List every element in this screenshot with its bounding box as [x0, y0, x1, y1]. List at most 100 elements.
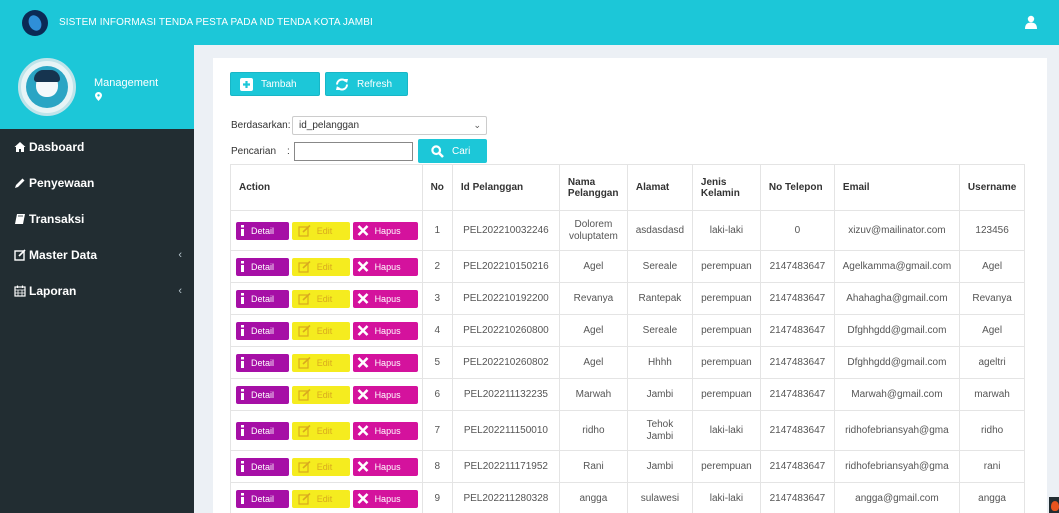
detail-button[interactable]: Detail — [236, 353, 289, 372]
flame-icon — [1051, 501, 1059, 511]
detail-button[interactable]: Detail — [236, 289, 289, 308]
edit-button[interactable]: Edit — [291, 221, 350, 240]
detail-button[interactable]: Detail — [236, 457, 289, 476]
close-icon — [357, 225, 368, 236]
delete-button[interactable]: Hapus — [352, 421, 418, 440]
edit-button[interactable]: Edit — [291, 457, 350, 476]
plus-square-icon — [240, 77, 253, 91]
delete-button[interactable]: Hapus — [352, 257, 418, 276]
detail-label: Detail — [251, 357, 275, 368]
edit-button[interactable]: Edit — [291, 489, 350, 508]
edit-button[interactable]: Edit — [291, 353, 350, 372]
detail-button[interactable]: Detail — [236, 321, 289, 340]
filter-by-select[interactable]: id_pelanggan ⌄ — [292, 116, 487, 135]
add-button[interactable]: Tambah — [230, 72, 320, 96]
home-icon — [14, 142, 26, 152]
detail-label: Detail — [251, 461, 275, 472]
delete-button[interactable]: Hapus — [352, 489, 418, 508]
corner-badge — [1049, 497, 1059, 513]
close-icon — [357, 493, 368, 504]
col-header-id: Id Pelanggan — [451, 164, 560, 211]
detail-button[interactable]: Detail — [236, 257, 289, 276]
cell-nama: Agel — [558, 250, 628, 283]
cell-id: PEL202210150216 — [451, 250, 560, 283]
edit-icon — [298, 492, 311, 505]
action-cell: Detail Edit Hapus — [230, 378, 423, 411]
chevron-down-icon: ⌄ — [473, 120, 481, 130]
user-panel: Management — [0, 45, 194, 129]
info-icon — [241, 389, 244, 400]
edit-icon — [14, 249, 26, 261]
cell-id: PEL202211280328 — [451, 482, 560, 513]
col-header-alamat: Alamat — [626, 164, 693, 211]
cell-username: marwah — [958, 378, 1026, 411]
table-row: Detail Edit Hapus 4 PEL202210260800 Agel… — [230, 314, 1026, 347]
delete-button[interactable]: Hapus — [352, 385, 418, 404]
sidebar-item-transaksi[interactable]: Transaksi — [0, 201, 194, 237]
chevron-left-icon: ‹ — [178, 249, 182, 261]
delete-label: Hapus — [374, 357, 401, 368]
cell-id: PEL202211150010 — [451, 410, 560, 451]
col-header-nama: Nama Pelanggan — [558, 164, 628, 211]
detail-button[interactable]: Detail — [236, 421, 289, 440]
top-navbar: SISTEM INFORMASI TENDA PESTA PADA ND TEN… — [0, 0, 1059, 45]
detail-button[interactable]: Detail — [236, 221, 289, 240]
edit-button[interactable]: Edit — [291, 289, 350, 308]
detail-label: Detail — [251, 425, 275, 436]
edit-label: Edit — [316, 493, 333, 504]
edit-label: Edit — [316, 389, 333, 400]
cell-telp: 2147483647 — [759, 282, 835, 315]
table-body: Detail Edit Hapus 1 PEL202210032246 Dolo… — [230, 210, 1026, 513]
edit-button[interactable]: Edit — [291, 257, 350, 276]
sidebar-item-laporan[interactable]: Laporan ‹ — [0, 273, 194, 309]
detail-button[interactable]: Detail — [236, 385, 289, 404]
cell-alamat: Jambi — [626, 378, 693, 411]
info-icon — [241, 225, 244, 236]
delete-button[interactable]: Hapus — [352, 457, 418, 476]
user-icon[interactable] — [1025, 15, 1037, 29]
edit-label: Edit — [316, 357, 333, 368]
close-icon — [357, 293, 368, 304]
delete-label: Hapus — [374, 293, 401, 304]
cell-alamat: asdasdasd — [626, 210, 693, 251]
table-row: Detail Edit Hapus 9 PEL202211280328 angg… — [230, 482, 1026, 513]
cell-telp: 2147483647 — [759, 346, 835, 379]
edit-icon — [298, 224, 311, 237]
delete-button[interactable]: Hapus — [352, 321, 418, 340]
edit-button[interactable]: Edit — [291, 385, 350, 404]
action-cell: Detail Edit Hapus — [230, 346, 423, 379]
table-row: Detail Edit Hapus 1 PEL202210032246 Dolo… — [230, 210, 1026, 251]
edit-icon — [298, 424, 311, 437]
cell-telp: 2147483647 — [759, 378, 835, 411]
sidebar-item-master-data[interactable]: Master Data ‹ — [0, 237, 194, 273]
cell-id: PEL202210260802 — [451, 346, 560, 379]
info-icon — [241, 461, 244, 472]
delete-button[interactable]: Hapus — [352, 353, 418, 372]
customer-table: Action No Id Pelanggan Nama Pelanggan Al… — [230, 164, 1026, 513]
sidebar-item-penyewaan[interactable]: Penyewaan — [0, 165, 194, 201]
sidebar-menu: Dasboard Penyewaan Transaksi Master Data… — [0, 129, 194, 309]
close-icon — [357, 357, 368, 368]
sidebar-item-label: Laporan — [29, 284, 77, 298]
sidebar-item-label: Dasboard — [29, 140, 85, 154]
delete-button[interactable]: Hapus — [352, 221, 418, 240]
close-icon — [357, 389, 368, 400]
detail-button[interactable]: Detail — [236, 489, 289, 508]
delete-button[interactable]: Hapus — [352, 289, 418, 308]
cell-username: 123456 — [958, 210, 1026, 251]
search-button[interactable]: Cari — [418, 139, 487, 163]
info-icon — [241, 425, 244, 436]
add-button-label: Tambah — [261, 78, 297, 90]
refresh-button[interactable]: Refresh — [325, 72, 408, 96]
search-input[interactable] — [294, 142, 413, 161]
info-icon — [241, 293, 244, 304]
cell-telp: 0 — [759, 210, 835, 251]
cell-jk: perempuan — [691, 282, 761, 315]
action-cell: Detail Edit Hapus — [230, 482, 423, 513]
sidebar-item-dasboard[interactable]: Dasboard — [0, 129, 194, 165]
app-logo[interactable] — [22, 9, 48, 36]
action-cell: Detail Edit Hapus — [230, 250, 423, 283]
cell-jk: perempuan — [691, 314, 761, 347]
edit-button[interactable]: Edit — [291, 421, 350, 440]
edit-button[interactable]: Edit — [291, 321, 350, 340]
